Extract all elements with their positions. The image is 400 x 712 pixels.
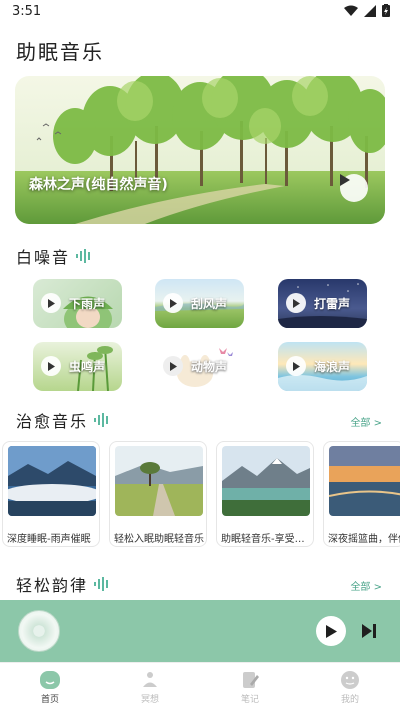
sound-wave-icon — [94, 413, 109, 427]
white-noise-header: 白噪音 — [16, 244, 92, 268]
status-bar: 3:51 — [0, 0, 400, 24]
player-next-button[interactable] — [362, 623, 376, 642]
play-icon — [47, 361, 55, 371]
rhythm-more-link[interactable]: 全部 > — [350, 578, 382, 593]
sound-wave-icon — [76, 249, 91, 263]
sound-wave-icon — [94, 577, 109, 591]
nav-item-home[interactable]: 首页 — [0, 663, 100, 712]
play-icon — [292, 361, 300, 371]
white-noise-animals[interactable]: 动物声 — [155, 342, 244, 391]
card-image — [8, 446, 96, 516]
healing-music-header: 治愈音乐 — [16, 408, 110, 432]
nav-label-notes: 笔记 — [240, 695, 259, 705]
nav-label-meditation: 冥想 — [140, 695, 159, 705]
rhythm-title: 轻松韵律 — [16, 576, 89, 595]
healing-card[interactable]: 深夜摇篮曲，伴你入眠 — [323, 441, 400, 547]
play-icon — [169, 298, 177, 308]
waves-play-button[interactable] — [286, 356, 306, 376]
white-noise-title: 白噪音 — [16, 248, 71, 267]
mini-player — [0, 600, 400, 662]
white-noise-thunder[interactable]: 打雷声 — [278, 279, 367, 328]
play-icon — [47, 298, 55, 308]
insects-label: 虫鸣声 — [69, 360, 106, 374]
wind-label: 刮风声 — [191, 297, 228, 311]
play-icon — [340, 174, 350, 186]
card-title: 轻松入眠助眠轻音乐 — [114, 534, 204, 545]
nav-label-profile: 我的 — [340, 695, 359, 705]
play-icon — [292, 298, 300, 308]
healing-card[interactable]: 轻松入眠助眠轻音乐 — [109, 441, 207, 547]
nav-item-meditation[interactable]: 冥想 — [100, 663, 200, 712]
card-image — [115, 446, 203, 516]
animals-label: 动物声 — [191, 360, 228, 374]
card-image — [222, 446, 310, 516]
thunder-play-button[interactable] — [286, 293, 306, 313]
rain-label: 下雨声 — [69, 297, 106, 311]
waves-label: 海浪声 — [314, 360, 351, 374]
meditation-icon — [143, 672, 157, 687]
home-icon — [40, 671, 60, 689]
healing-more-link[interactable]: 全部 > — [350, 414, 382, 429]
card-title: 深度睡眠-雨声催眠 — [7, 534, 91, 545]
play-icon — [169, 361, 177, 371]
profile-icon — [341, 671, 359, 689]
rain-play-button[interactable] — [41, 293, 61, 313]
wind-play-button[interactable] — [163, 293, 183, 313]
signal-icon — [364, 4, 376, 17]
thunder-label: 打雷声 — [314, 297, 351, 311]
banner-title: 森林之声(纯自然声音) — [29, 177, 168, 193]
battery-icon — [382, 4, 390, 17]
play-icon — [325, 624, 337, 638]
white-noise-waves[interactable]: 海浪声 — [278, 342, 367, 391]
wifi-icon — [344, 5, 358, 16]
insects-play-button[interactable] — [41, 356, 61, 376]
status-icons — [344, 4, 390, 17]
card-image — [329, 446, 400, 516]
white-noise-wind[interactable]: 刮风声 — [155, 279, 244, 328]
page-title: 助眠音乐 — [16, 40, 104, 64]
white-noise-rain[interactable]: 下雨声 — [33, 279, 122, 328]
status-time: 3:51 — [12, 4, 42, 19]
card-title: 助眠轻音乐-享受宁静 — [221, 534, 311, 545]
nav-item-notes[interactable]: 笔记 — [200, 663, 300, 712]
banner-play-button[interactable] — [340, 174, 368, 202]
nav-label-home: 首页 — [40, 695, 59, 705]
featured-banner[interactable]: 森林之声(纯自然声音) — [15, 76, 385, 224]
white-noise-insects[interactable]: 虫鸣声 — [33, 342, 122, 391]
nav-item-profile[interactable]: 我的 — [300, 663, 400, 712]
player-play-button[interactable] — [316, 616, 346, 646]
rhythm-header: 轻松韵律 — [16, 572, 110, 596]
bottom-nav: 首页 冥想 笔记 我的 — [0, 662, 400, 712]
player-disc[interactable] — [18, 610, 60, 652]
healing-card[interactable]: 深度睡眠-雨声催眠 — [2, 441, 100, 547]
card-title: 深夜摇篮曲，伴你入眠 — [328, 534, 400, 545]
skip-next-icon — [362, 624, 376, 638]
healing-card[interactable]: 助眠轻音乐-享受宁静 — [216, 441, 314, 547]
healing-music-title: 治愈音乐 — [16, 412, 89, 431]
forest-banner-image — [15, 76, 385, 224]
animals-play-button[interactable] — [163, 356, 183, 376]
notes-icon — [243, 672, 259, 688]
